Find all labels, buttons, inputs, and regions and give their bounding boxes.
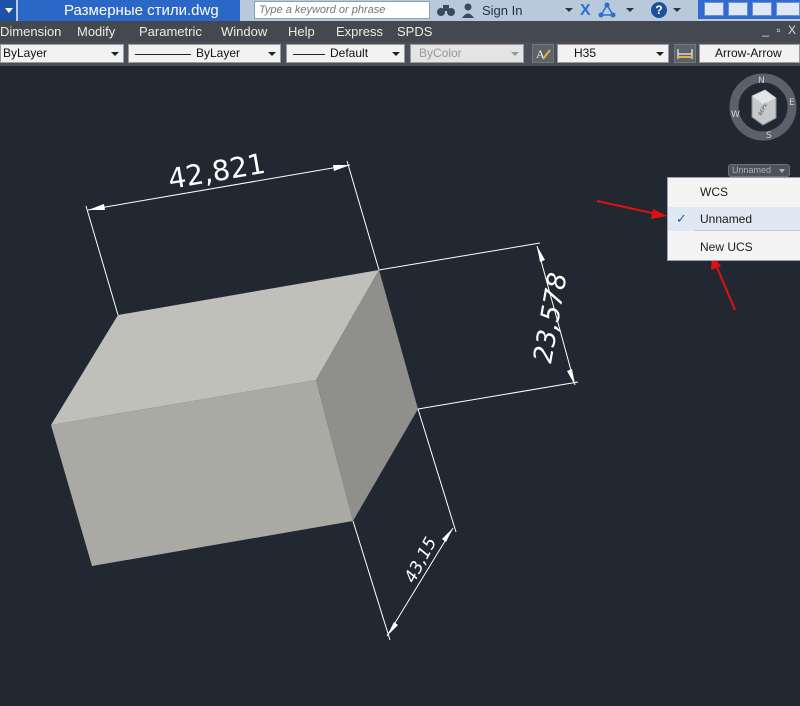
- annotation-arrow: [711, 255, 736, 311]
- viewcube-east-label[interactable]: E: [789, 98, 795, 108]
- lineweight-preview: [293, 54, 325, 55]
- ucs-item-wcs[interactable]: WCS: [668, 180, 800, 204]
- text-style-value: H35: [574, 46, 597, 60]
- chevron-down-icon: [392, 52, 400, 56]
- lineweight-combo[interactable]: Default: [286, 44, 405, 63]
- chevron-down-icon: [111, 52, 119, 56]
- chevron-down-icon[interactable]: [673, 8, 681, 12]
- lineweight-value: Default: [330, 46, 369, 60]
- user-icon: [462, 3, 474, 18]
- title-bar: Размерные стили.dwg Sign In X ?: [0, 0, 800, 21]
- ucs-menu-button[interactable]: Unnamed: [728, 164, 790, 177]
- binoculars-icon[interactable]: [436, 3, 456, 17]
- text-style-combo[interactable]: H35: [557, 44, 669, 63]
- sign-in-link[interactable]: Sign In: [482, 3, 522, 18]
- window-controls: [698, 0, 800, 19]
- minimize-button[interactable]: [704, 2, 724, 16]
- chevron-down-icon: [656, 52, 664, 56]
- chevron-down-icon: [779, 169, 785, 173]
- properties-toolbar: ByLayer ByLayer Default ByColor A H35 Ar…: [0, 42, 800, 66]
- viewcube-south-label[interactable]: S: [766, 131, 772, 141]
- ucs-item-label: New UCS: [700, 240, 753, 254]
- chevron-down-icon: [268, 52, 276, 56]
- chevron-down-icon: [511, 52, 519, 56]
- plotstyle-combo: ByColor: [410, 44, 524, 63]
- linetype-value: ByLayer: [196, 46, 241, 60]
- dim-style-value: Arrow-Arrow: [715, 46, 782, 60]
- color-combo[interactable]: ByLayer: [0, 44, 124, 63]
- menu-express[interactable]: Express: [336, 24, 383, 39]
- search-input[interactable]: [254, 1, 430, 19]
- menu-dimension[interactable]: Dimension: [0, 24, 61, 39]
- close-button[interactable]: [776, 2, 800, 16]
- ucs-menu-button-label: Unnamed: [732, 165, 772, 175]
- menu-window[interactable]: Window: [221, 24, 267, 39]
- chevron-down-icon[interactable]: [626, 8, 634, 12]
- menu-help[interactable]: Help: [288, 24, 315, 39]
- help-icon[interactable]: ?: [651, 2, 667, 18]
- ucs-item-new-ucs[interactable]: New UCS: [668, 235, 800, 259]
- ucs-item-label: Unnamed: [700, 212, 753, 226]
- menu-bar: Dimension Modify Parametric Window Help …: [0, 21, 800, 42]
- drawing-canvas[interactable]: 42,821 23,578 43,15 N E W S ВЕРХ: [0, 66, 800, 706]
- maximize-button[interactable]: [728, 2, 748, 16]
- color-value: ByLayer: [3, 46, 48, 60]
- dimension-depth-label: 43,15: [401, 534, 442, 586]
- menu-modify[interactable]: Modify: [77, 24, 115, 39]
- viewcube-west-label[interactable]: W: [731, 110, 740, 120]
- exchange-x-icon[interactable]: X: [580, 2, 591, 20]
- ucs-item-unnamed[interactable]: ✓ Unnamed: [668, 207, 800, 231]
- app-menu-button[interactable]: [0, 0, 16, 21]
- menu-parametric[interactable]: Parametric: [139, 24, 202, 39]
- dim-style-icon[interactable]: [674, 44, 696, 63]
- chevron-down-icon[interactable]: [565, 8, 573, 12]
- mdi-window-buttons[interactable]: _ ▫ X: [762, 23, 798, 37]
- text-style-icon[interactable]: A: [532, 44, 554, 63]
- menu-separator: [694, 230, 800, 231]
- restore-button[interactable]: [752, 2, 772, 16]
- ucs-item-label: WCS: [700, 185, 728, 199]
- linetype-preview: [135, 54, 191, 55]
- linetype-combo[interactable]: ByLayer: [128, 44, 281, 63]
- ucs-dropdown-menu: WCS ✓ Unnamed New UCS: [667, 177, 800, 261]
- dim-style-combo[interactable]: Arrow-Arrow: [699, 44, 800, 63]
- plotstyle-value: ByColor: [419, 46, 462, 60]
- dimension-width-label: 42,821: [166, 147, 268, 196]
- annotation-arrow: [596, 200, 667, 219]
- menu-spds[interactable]: SPDS: [397, 24, 432, 39]
- document-title: Размерные стили.dwg: [18, 0, 240, 21]
- dimension-height-label: 23,578: [528, 270, 573, 365]
- network-icon[interactable]: [598, 2, 616, 18]
- viewcube-north-label[interactable]: N: [758, 76, 765, 86]
- checkmark-icon: ✓: [676, 211, 687, 226]
